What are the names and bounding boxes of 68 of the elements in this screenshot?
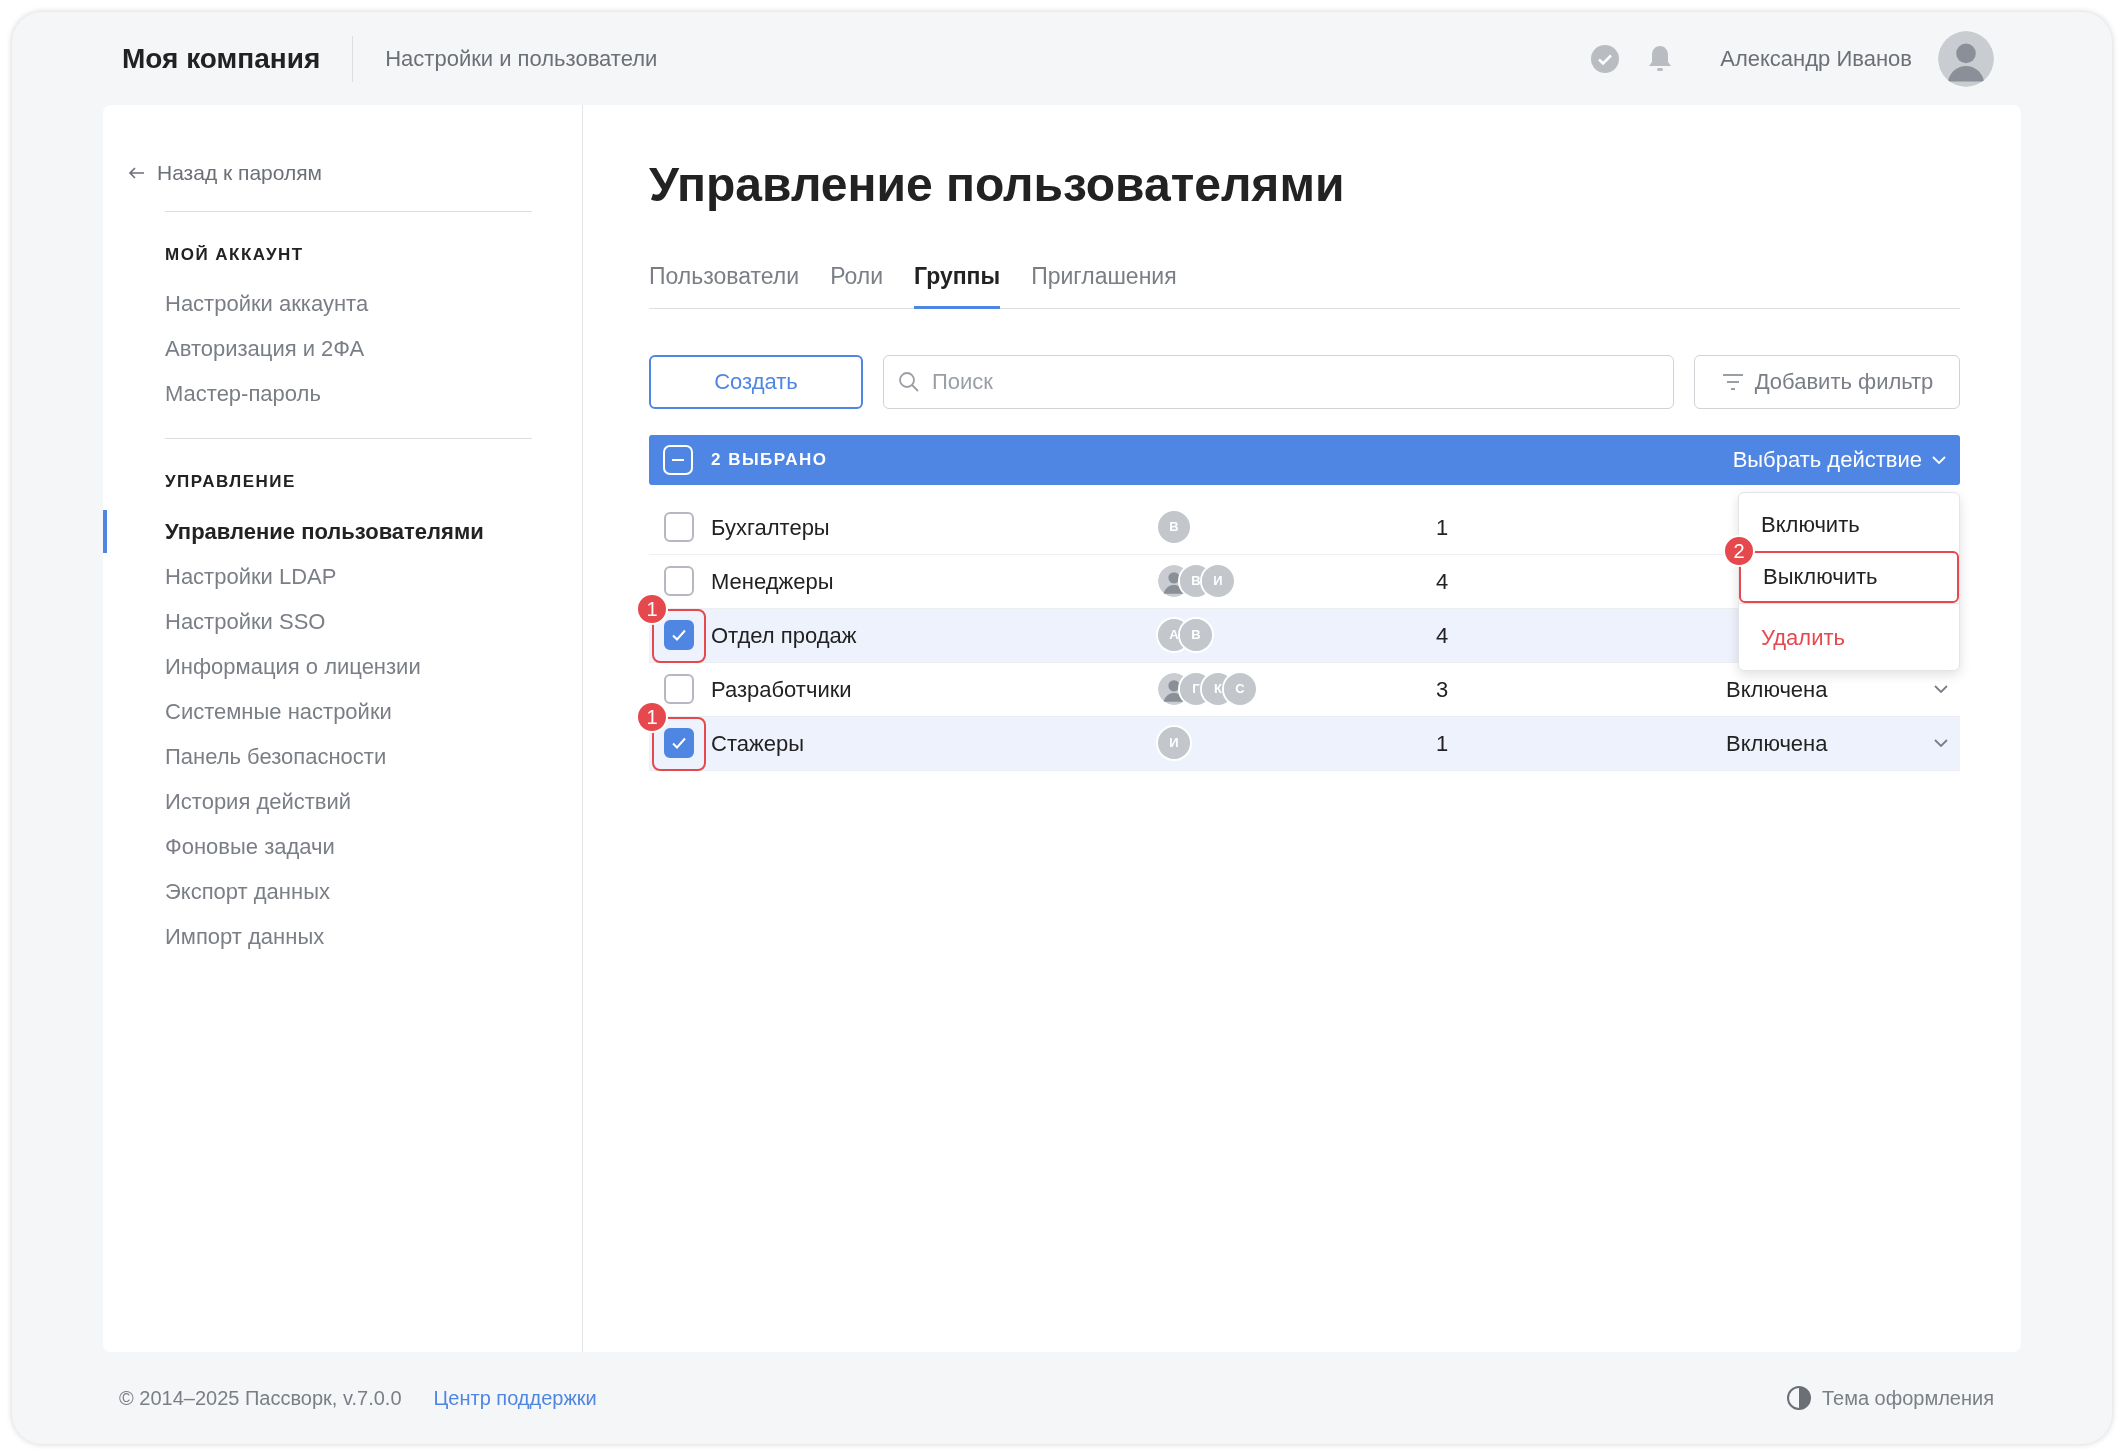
tab[interactable]: Роли <box>830 259 883 309</box>
sidebar-item[interactable]: История действий <box>165 784 352 818</box>
user-avatar <box>1938 30 1994 87</box>
active-indicator <box>103 509 107 553</box>
sidebar-item[interactable]: Информация о лицензии <box>165 649 421 683</box>
sidebar-section-title: МОЙ АККАУНТ <box>165 243 305 266</box>
member-initial-avatar: И <box>1158 727 1190 759</box>
member-initial-avatar: В <box>1158 511 1190 543</box>
theme-toggle[interactable]: Тема оформления <box>1821 1383 1994 1413</box>
sidebar-item[interactable]: Импорт данных <box>165 919 325 953</box>
member-count: 4 <box>1436 567 1450 596</box>
chevron-down-icon <box>1932 455 1946 464</box>
group-name: Стажеры <box>711 729 805 758</box>
checkbox[interactable] <box>664 566 694 596</box>
group-name: Отдел продаж <box>711 621 858 650</box>
back-link[interactable]: Назад к паролям <box>127 157 323 189</box>
contrast-icon[interactable] <box>1785 1385 1812 1411</box>
checkbox[interactable] <box>664 620 694 650</box>
filter-icon <box>1720 371 1745 392</box>
sidebar-item[interactable]: Настройки аккаунта <box>165 287 369 320</box>
deselect-checkbox-icon[interactable] <box>663 444 693 475</box>
page-title: Управление пользователями <box>649 157 1346 213</box>
action-dropdown[interactable]: Выбрать действие <box>1732 443 1946 476</box>
annotation-badge: 1 <box>636 592 668 625</box>
search-icon <box>897 369 921 394</box>
member-initial-avatar: С <box>1224 673 1256 705</box>
sidebar-section-title: УПРАВЛЕНИЕ <box>165 471 297 493</box>
sidebar-item[interactable]: Настройки SSO <box>165 604 326 638</box>
member-initial-avatar: И <box>1202 565 1234 597</box>
checkbox[interactable] <box>664 512 694 542</box>
support-link[interactable]: Центр поддержки <box>433 1383 597 1413</box>
sidebar-item[interactable]: Настройки LDAP <box>165 559 337 593</box>
check-circle-icon[interactable] <box>1590 43 1621 74</box>
member-count: 1 <box>1436 513 1450 542</box>
sidebar-item[interactable]: Мастер-пароль <box>165 377 321 410</box>
group-name: Менеджеры <box>711 567 835 596</box>
tab[interactable]: Пользователи <box>649 259 800 309</box>
chevron-down-icon <box>1934 739 1948 747</box>
checkbox[interactable] <box>664 674 694 704</box>
company-name: Моя компания <box>122 41 321 76</box>
user-name[interactable]: Александр Иванов <box>1720 42 1912 75</box>
sidebar-item[interactable]: Системные настройки <box>165 694 392 728</box>
group-name: Разработчики <box>711 675 853 704</box>
chevron-down-icon <box>1934 685 1948 693</box>
sidebar-item[interactable]: Панель безопасности <box>165 739 387 773</box>
selected-count: 2 ВЫБРАНО <box>711 448 828 471</box>
annotation-badge: 1 <box>636 700 668 733</box>
section-title: Настройки и пользователи <box>385 45 658 73</box>
sidebar-item[interactable]: Авторизация и 2ФА <box>165 332 365 365</box>
add-filter-button[interactable]: Добавить фильтр <box>1694 354 1960 409</box>
menu-item[interactable]: Удалить <box>1739 611 1959 664</box>
annotation-badge: 2 <box>1723 534 1755 567</box>
status-dropdown[interactable]: Включена <box>1726 672 1960 706</box>
member-count: 3 <box>1436 675 1450 704</box>
tab[interactable]: Приглашения <box>1031 259 1177 309</box>
sidebar-item[interactable]: Фоновые задачи <box>165 829 335 863</box>
copyright: © 2014–2025 Пассворк, v.7.0.0 <box>119 1386 402 1411</box>
group-name: Бухгалтеры <box>711 513 831 542</box>
create-button[interactable]: Создать <box>649 354 863 409</box>
tab[interactable]: Группы <box>914 259 1001 309</box>
status-dropdown[interactable]: Включена <box>1726 726 1960 760</box>
member-initial-avatar: В <box>1180 619 1212 651</box>
member-count: 1 <box>1436 729 1450 758</box>
search-field[interactable]: Поиск <box>883 354 1674 409</box>
sidebar-item[interactable]: Экспорт данных <box>165 874 330 908</box>
checkbox[interactable] <box>664 728 694 758</box>
sidebar-item[interactable]: Управление пользователями <box>165 514 484 548</box>
member-count: 4 <box>1436 621 1450 650</box>
